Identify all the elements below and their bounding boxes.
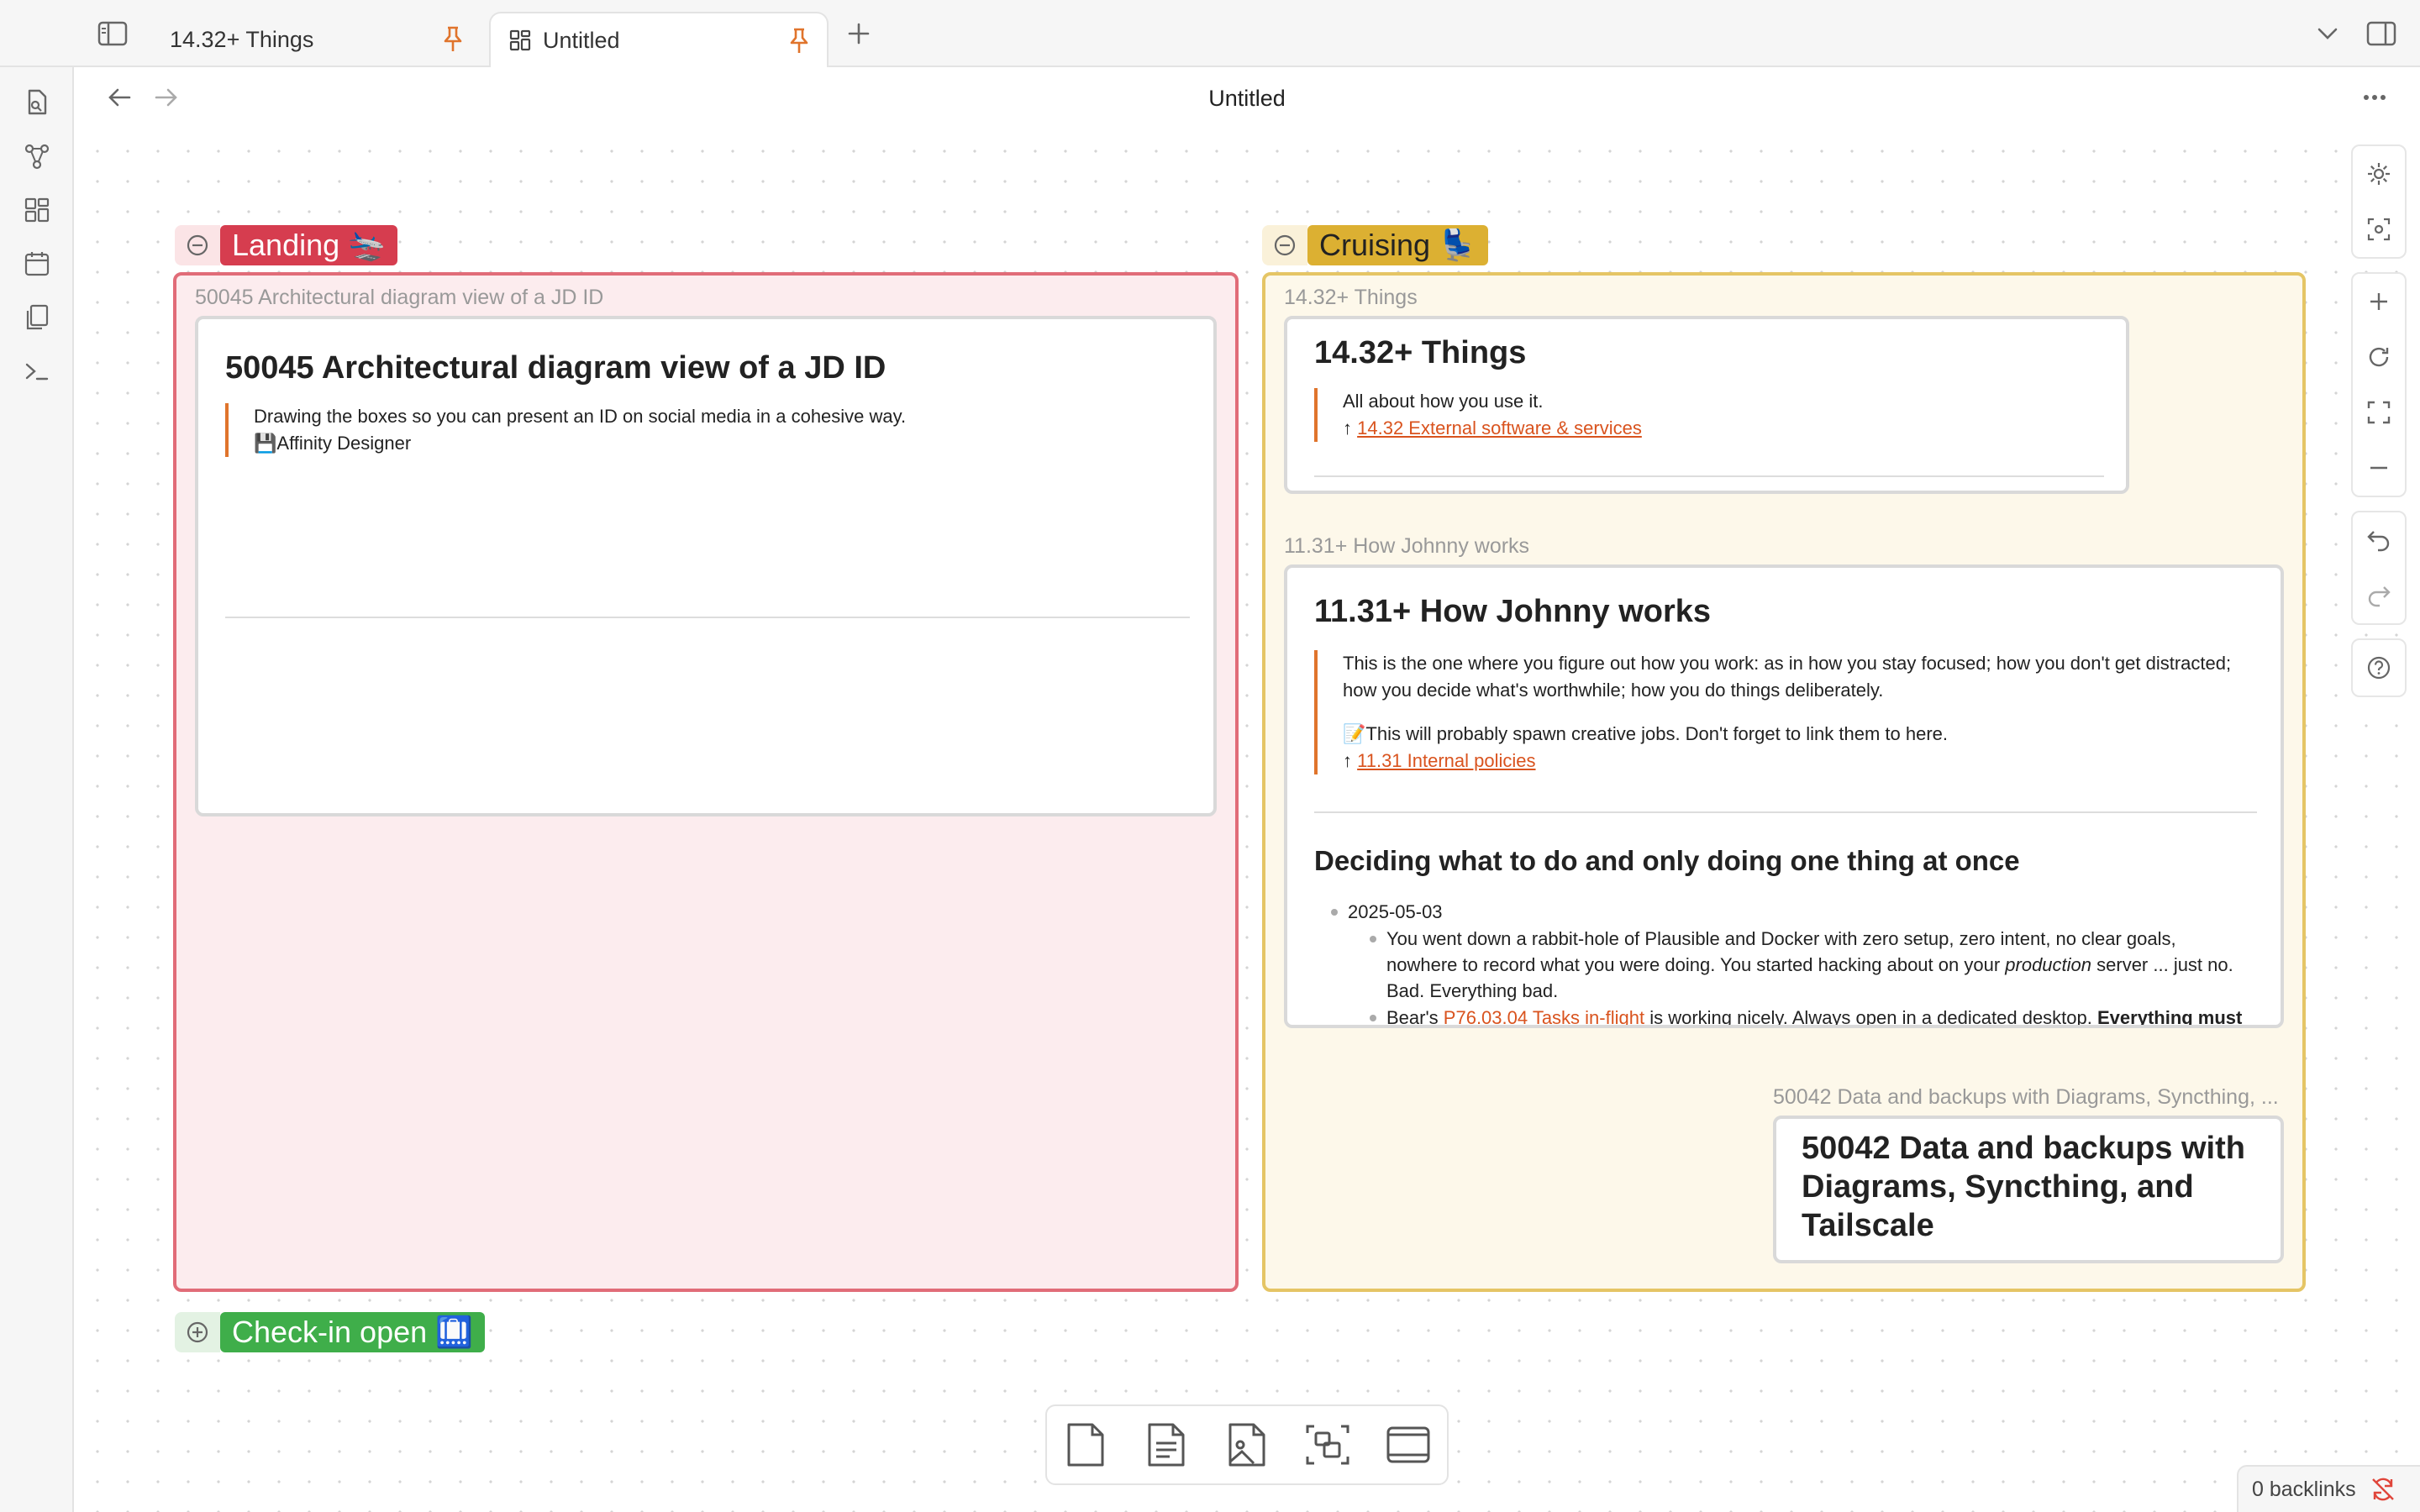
fit-icon[interactable] xyxy=(2353,386,2405,438)
callout-text: 💾Affinity Designer xyxy=(254,433,412,454)
callout-parent-link-line: ↑ 14.32 External software & services xyxy=(1343,415,2070,442)
file-search-icon[interactable] xyxy=(18,84,55,121)
grid-icon[interactable] xyxy=(18,192,55,228)
right-sidebar-toggle-icon[interactable] xyxy=(2363,17,2400,50)
group-title: Landing 🛬 xyxy=(220,225,397,265)
callout-text: Drawing the boxes so you can present an … xyxy=(254,406,907,427)
tab-label: Untitled xyxy=(543,27,620,53)
list-item: You went down a rabbit-hole of Plausible… xyxy=(1370,926,2252,1004)
list-item-text: Bear's xyxy=(1386,1007,1444,1028)
bullet-dot xyxy=(1331,909,1338,916)
callout-text: All about how you use it. xyxy=(1343,391,1544,412)
canvas-controls-history xyxy=(2351,511,2407,625)
backlinks-count[interactable]: 0 backlinks xyxy=(2252,1478,2356,1502)
collapse-icon[interactable] xyxy=(1262,225,1307,265)
tab-label: 14.32+ Things xyxy=(170,26,314,52)
divider xyxy=(225,617,1190,618)
tab-bar: 14.32+ Things Untitled xyxy=(0,0,2420,67)
node-file-title: 50045 Architectural diagram view of a JD… xyxy=(195,286,604,309)
internal-link[interactable]: 11.31 Internal policies xyxy=(1357,750,1535,771)
canvas-add-toolbar xyxy=(1045,1404,1449,1485)
bullet-dot xyxy=(1370,936,1376,942)
up-arrow: ↑ xyxy=(1343,417,1352,438)
divider xyxy=(1314,475,2104,477)
group-label-cruising[interactable]: Cruising 💺 xyxy=(1262,225,1488,265)
canvas-icon xyxy=(509,29,531,51)
note-heading: 14.32+ Things xyxy=(1314,335,1527,370)
note-callout: This is the one where you figure out how… xyxy=(1314,650,2255,774)
tab-14-32-things[interactable]: 14.32+ Things xyxy=(153,12,489,67)
list-item-text: 2025-05-03 xyxy=(1348,901,1443,922)
node-file-title: 14.32+ Things xyxy=(1284,286,1418,309)
canvas-controls-help xyxy=(2351,638,2407,697)
note-heading: 11.31+ How Johnny works xyxy=(1314,594,1712,629)
more-options-icon[interactable] xyxy=(2358,82,2391,113)
callout-text: 📝This will probably spawn creative jobs.… xyxy=(1343,723,1949,744)
graph-icon[interactable] xyxy=(18,138,55,175)
undo-icon[interactable] xyxy=(2353,514,2405,566)
new-group-icon[interactable] xyxy=(1301,1418,1355,1472)
canvas[interactable]: Landing 🛬 50045 Architectural diagram vi… xyxy=(74,128,2420,1512)
list-item-text: is working nicely. Always open in a dedi… xyxy=(1644,1007,2097,1028)
left-ribbon xyxy=(0,67,74,1512)
note-card-14-32[interactable]: 14.32+ Things All about how you use it. … xyxy=(1284,316,2129,494)
zoom-out-icon[interactable] xyxy=(2353,442,2405,494)
node-file-title: 50042 Data and backups with Diagrams, Sy… xyxy=(1773,1085,2279,1109)
sidebar-toggle-icon[interactable] xyxy=(94,17,131,50)
group-label-checkin[interactable]: Check-in open 🛄 xyxy=(175,1312,485,1352)
add-media-icon[interactable] xyxy=(1220,1418,1274,1472)
terminal-icon[interactable] xyxy=(18,353,55,390)
node-file-title: 11.31+ How Johnny works xyxy=(1284,534,1530,558)
note-callout: Drawing the boxes so you can present an … xyxy=(225,403,1183,457)
zoom-in-icon[interactable] xyxy=(2353,276,2405,328)
collapse-icon[interactable] xyxy=(175,225,220,265)
zoom-selection-icon[interactable] xyxy=(2353,203,2405,255)
pin-icon[interactable] xyxy=(440,25,466,54)
status-bar: 0 backlinks xyxy=(2237,1465,2420,1512)
note-card-50045[interactable]: 50045 Architectural diagram view of a JD… xyxy=(195,316,1217,816)
bold-text: Everything must xyxy=(2097,1007,2243,1028)
group-title: Cruising 💺 xyxy=(1307,225,1488,265)
group-title: Check-in open 🛄 xyxy=(220,1312,485,1352)
callout-text: This is the one where you figure out how… xyxy=(1343,653,2232,701)
list-item: Bear's P76.03.04 Tasks in-flight is work… xyxy=(1370,1005,2281,1028)
copy-icon[interactable] xyxy=(18,299,55,336)
divider xyxy=(1314,811,2257,813)
view-header: Untitled xyxy=(74,67,2420,128)
bullet-dot xyxy=(1370,1015,1376,1021)
note-card-50042[interactable]: 50042 Data and backups with Diagrams, Sy… xyxy=(1773,1116,2284,1263)
tab-untitled[interactable]: Untitled xyxy=(489,12,829,67)
help-icon[interactable] xyxy=(2353,642,2405,694)
canvas-controls-settings xyxy=(2351,144,2407,259)
sync-off-icon[interactable] xyxy=(2370,1476,2396,1503)
callout-parent-link-line: ↑ 11.31 Internal policies xyxy=(1343,748,2255,774)
page-title[interactable]: Untitled xyxy=(74,86,2420,112)
note-callout: All about how you use it. ↑ 14.32 Extern… xyxy=(1314,388,2070,442)
new-card-icon[interactable] xyxy=(1059,1418,1113,1472)
note-card-11-31[interactable]: 11.31+ How Johnny works This is the one … xyxy=(1284,564,2284,1028)
emphasis-text: production xyxy=(2005,954,2092,975)
section-heading: Deciding what to do and only doing one t… xyxy=(1314,845,2020,876)
internal-link[interactable]: 14.32 External software & services xyxy=(1357,417,1642,438)
internal-link[interactable]: P76.03.04 Tasks in-flight xyxy=(1444,1007,1644,1025)
reset-zoom-icon[interactable] xyxy=(2353,331,2405,383)
new-frame-icon[interactable] xyxy=(1381,1418,1435,1472)
note-heading: 50042 Data and backups with Diagrams, Sy… xyxy=(1802,1131,2245,1243)
up-arrow: ↑ xyxy=(1343,750,1352,771)
settings-icon[interactable] xyxy=(2353,148,2405,200)
new-note-icon[interactable] xyxy=(1139,1418,1193,1472)
list-item: 2025-05-03 xyxy=(1331,899,1443,925)
canvas-controls-zoom xyxy=(2351,272,2407,497)
new-tab-icon[interactable] xyxy=(842,17,876,50)
pin-icon[interactable] xyxy=(786,27,812,55)
redo-icon[interactable] xyxy=(2353,570,2405,622)
note-heading: 50045 Architectural diagram view of a JD… xyxy=(225,350,886,386)
expand-icon[interactable] xyxy=(175,1312,220,1352)
chevron-down-icon[interactable] xyxy=(2312,18,2343,49)
group-label-landing[interactable]: Landing 🛬 xyxy=(175,225,397,265)
calendar-icon[interactable] xyxy=(18,245,55,282)
